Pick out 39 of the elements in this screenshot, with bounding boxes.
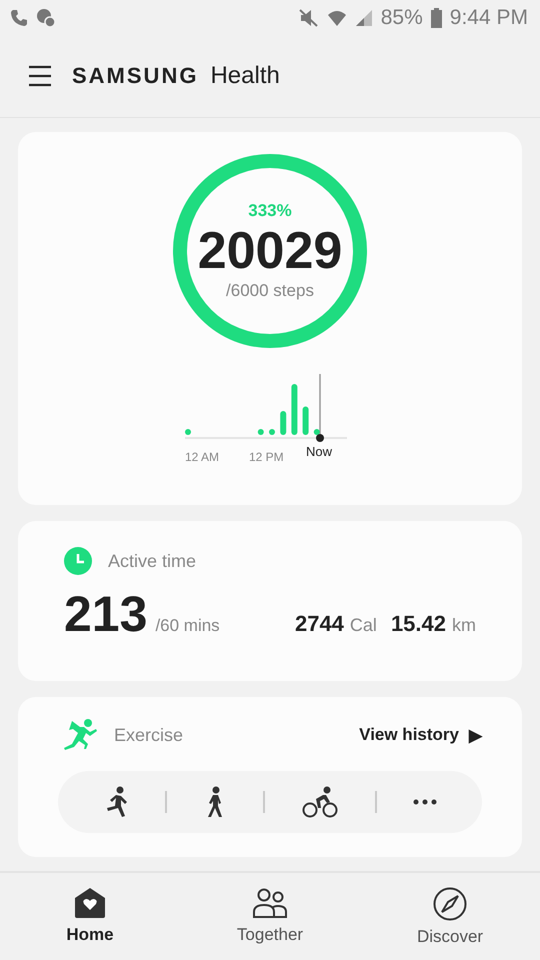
axis-label: 12 AM	[185, 450, 220, 464]
nav-tab[interactable]: Discover	[360, 873, 540, 960]
clock-icon	[64, 547, 92, 576]
clock-time: 9:44 PM	[450, 6, 528, 30]
signal-icon	[354, 8, 373, 27]
card-title: Exercise	[114, 724, 184, 746]
view-history-link[interactable]: View history ▶	[359, 724, 482, 746]
step-count: 20029	[198, 225, 342, 278]
distance-unit: km	[452, 615, 476, 636]
runner-icon	[64, 719, 98, 752]
active-goal: /60 mins	[155, 616, 220, 636]
nav-tab[interactable]: Together	[180, 873, 360, 960]
menu-icon[interactable]	[28, 64, 52, 88]
brand-logo: SAMSUNG	[72, 63, 198, 90]
compass-icon	[433, 887, 467, 922]
battery-icon	[430, 8, 442, 28]
app-title: Health	[210, 62, 280, 90]
house-heart-icon	[74, 887, 106, 920]
phone-icon	[10, 8, 28, 27]
step-goal: /6000 steps	[226, 281, 314, 302]
alert-icon	[36, 8, 56, 28]
active-time-card[interactable]: Active time 213 /60 mins 2744 Cal 15.42 km	[18, 521, 522, 682]
active-minutes: 213	[64, 585, 148, 644]
cycling-icon	[302, 786, 338, 818]
goal-percent: 333%	[248, 201, 292, 222]
people-icon	[253, 887, 287, 920]
calories-unit: Cal	[350, 615, 377, 636]
now-label: Now	[306, 444, 332, 460]
wifi-icon	[326, 8, 347, 27]
battery-percent: 85%	[380, 6, 423, 30]
calories-value: 2744	[294, 611, 344, 638]
card-title: Active time	[108, 550, 196, 572]
axis-label: 12 PM	[249, 450, 284, 464]
nav-tab[interactable]: Home	[0, 873, 180, 960]
exercise-card[interactable]: Exercise View history ▶	[18, 697, 522, 858]
more-icon	[413, 799, 438, 806]
distance-value: 15.42	[390, 611, 446, 638]
steps-card[interactable]: 333% 20029 /6000 steps 12 AM 12 PM Now	[18, 132, 522, 506]
mute-icon	[298, 8, 319, 27]
